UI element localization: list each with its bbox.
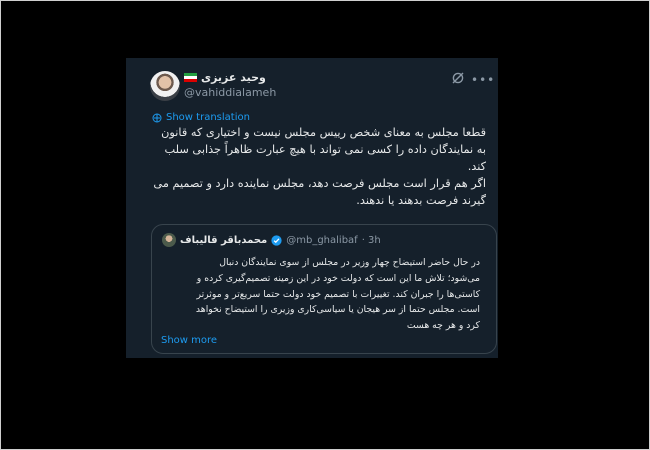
quoted-line: در حال حاضر استیضاح چهار وزیر در مجلس از… bbox=[219, 257, 480, 268]
quoted-line: است. مجلس حتما از سر هیجان یا سیاسی‌کاری… bbox=[195, 304, 480, 316]
quoted-author-avatar[interactable] bbox=[162, 233, 176, 247]
tweet-line: به نمایندگان داده را کسی نمی تواند با هی… bbox=[164, 143, 486, 156]
show-translation-link[interactable]: Show translation bbox=[152, 112, 250, 123]
author-name[interactable]: وحید عزیزی bbox=[201, 71, 266, 84]
tweet-line: کند. bbox=[467, 160, 486, 173]
show-translation-label[interactable]: Show translation bbox=[166, 112, 250, 123]
quoted-line: می‌شود؛ تلاش ما این است که دولت خود در ا… bbox=[196, 272, 480, 284]
quoted-tweet-time[interactable]: · 3h bbox=[362, 235, 381, 246]
tweet-body: قطعا مجلس به معنای شخص رییس مجلس نیست و … bbox=[146, 124, 486, 209]
tweet-card[interactable]: وحید عزیزی @vahiddialameh ••• Show trans… bbox=[126, 58, 498, 358]
quoted-author-handle[interactable]: @mb_ghalibaf bbox=[286, 235, 357, 246]
quoted-author-name[interactable]: محمدباقر قالیباف bbox=[180, 235, 267, 246]
author-handle[interactable]: @vahiddialameh bbox=[184, 86, 276, 99]
more-options-icon[interactable]: ••• bbox=[471, 74, 495, 86]
grok-icon[interactable] bbox=[451, 71, 465, 85]
quoted-line: کرد و هر چه هست bbox=[406, 320, 480, 332]
tweet-line: قطعا مجلس به معنای شخص رییس مجلس نیست و … bbox=[161, 126, 486, 139]
tweet-line: اگر هم قرار است مجلس فرصت دهد، مجلس نمای… bbox=[153, 177, 486, 190]
tweet-line: گیرند فرصت بدهند یا ندهند. bbox=[356, 194, 486, 207]
show-more-link[interactable]: Show more bbox=[161, 335, 217, 346]
translate-icon bbox=[152, 113, 162, 122]
quoted-tweet[interactable]: محمدباقر قالیباف @mb_ghalibaf · 3h در حا… bbox=[151, 224, 497, 354]
quoted-line: کاستی‌ها را جبران کند. تغییرات با تصمیم … bbox=[196, 288, 480, 300]
author-name-row[interactable]: وحید عزیزی bbox=[184, 70, 266, 84]
verified-badge-icon bbox=[271, 234, 282, 246]
quoted-tweet-header: محمدباقر قالیباف @mb_ghalibaf · 3h bbox=[162, 233, 381, 247]
quoted-tweet-body: در حال حاضر استیضاح چهار وزیر در مجلس از… bbox=[162, 255, 480, 334]
author-avatar[interactable] bbox=[150, 71, 180, 101]
iran-flag-icon bbox=[184, 72, 197, 82]
